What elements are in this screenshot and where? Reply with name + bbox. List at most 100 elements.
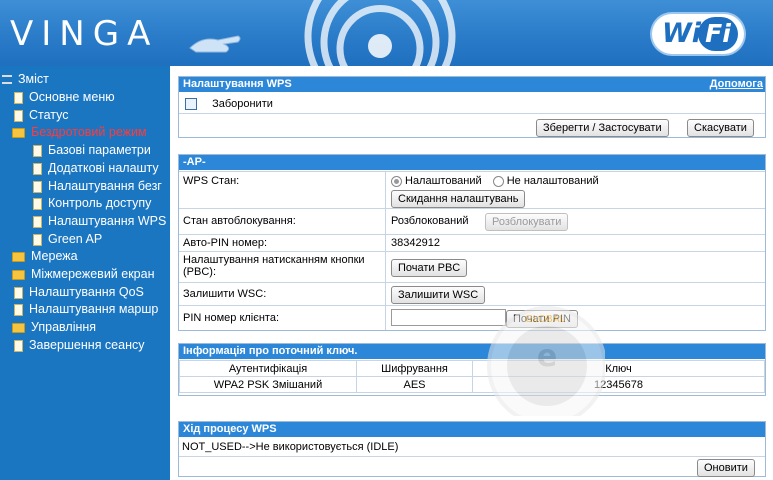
autopin-row: Авто-PIN номер: 38342912 <box>179 234 765 251</box>
ap-panel: -AP- WPS Стан: Налаштований Не налаштова… <box>178 154 766 331</box>
sidebar-item-label: Налаштування маршр <box>29 302 159 316</box>
page-icon <box>33 144 42 157</box>
page-icon <box>14 339 23 352</box>
page-icon <box>14 286 23 299</box>
wifi-logo-fi: Fi <box>698 17 738 51</box>
column-divider <box>385 235 386 251</box>
header-banner: VINGA Wi Fi <box>0 0 773 66</box>
sidebar-item-management[interactable]: Управління <box>12 319 96 336</box>
folder-icon <box>12 322 25 333</box>
pbc-row: Налаштування натисканням кнопки (PBC): П… <box>179 251 765 282</box>
sidebar-item-routing[interactable]: Налаштування маршр <box>14 301 158 318</box>
watermark-text: GLOBAL <box>525 314 566 325</box>
autolock-value: Розблокований <box>391 215 469 227</box>
not-configured-radio[interactable] <box>492 175 504 187</box>
wps-state-row: WPS Стан: Налаштований Не налаштований С… <box>179 171 765 208</box>
cancel-button[interactable]: Скасувати <box>687 119 754 137</box>
client-pin-row: PIN номер клієнта: Почати PIN <box>179 305 765 330</box>
sidebar-item-label: Бездротовий режим <box>31 125 147 139</box>
reset-settings-button[interactable]: Скидання налаштувань <box>391 190 526 208</box>
wifi-logo-wi: Wi <box>662 18 702 49</box>
unlock-button[interactable]: Розблокувати <box>485 213 569 231</box>
sidebar-item-wps[interactable]: Налаштування WPS <box>33 213 166 230</box>
column-header: Аутентифікація <box>179 360 357 377</box>
sidebar-item-label: Налаштування безг <box>48 179 162 193</box>
column-divider <box>385 306 386 330</box>
sidebar-item-label: Завершення сеансу <box>29 338 145 352</box>
page-icon <box>14 109 23 122</box>
key-info-title: Інформація про поточний ключ. <box>179 344 765 359</box>
sidebar-item-label: Налаштування WPS <box>48 214 167 228</box>
column-divider <box>385 283 386 305</box>
column-divider <box>385 252 386 282</box>
auth-cell: WPA2 PSK Змішаний <box>179 376 357 393</box>
help-link[interactable]: Допомога <box>710 77 763 92</box>
wps-state-label: WPS Стан: <box>183 175 240 187</box>
sidebar-item-qos[interactable]: Налаштування QoS <box>14 284 144 301</box>
page-icon <box>33 162 42 175</box>
wps-progress-panel: Хід процесу WPS NOT_USED-->Не використов… <box>178 421 766 477</box>
wifi-waves-decoration <box>304 0 456 66</box>
autolock-row: Стан автоблокування: Розблокований Розбл… <box>179 208 765 234</box>
sidebar-item-advanced[interactable]: Додаткові налашту <box>33 160 159 177</box>
column-header: Шифрування <box>356 360 473 377</box>
column-divider <box>385 209 386 234</box>
disable-wps-row: Заборонити <box>185 98 273 111</box>
sidebar-item-label: Мережа <box>31 249 78 263</box>
encryption-cell: AES <box>356 376 473 393</box>
sidebar-item-label: Управління <box>31 320 97 334</box>
brand-logo: VINGA <box>10 14 159 54</box>
sidebar-item-main-menu[interactable]: Основне меню <box>14 89 115 106</box>
sidebar-item-label: Базові параметри <box>48 143 151 157</box>
wps-progress-status: NOT_USED-->Не використовується (IDLE) <box>182 441 399 453</box>
refresh-button[interactable]: Оновити <box>697 459 755 477</box>
save-apply-button[interactable]: Зберегти / Застосувати <box>536 119 669 137</box>
sidebar-item-label: Green AP <box>48 232 103 246</box>
table-row: WPA2 PSK Змішаний AES 12345678 <box>179 376 765 393</box>
column-divider <box>385 172 386 208</box>
divider <box>179 113 765 114</box>
page-icon <box>33 215 42 228</box>
watermark-logo: e GLOBAL <box>487 306 605 416</box>
wps-state-radios: Налаштований Не налаштований <box>391 175 599 187</box>
list-icon <box>2 75 12 85</box>
sidebar-item-basic[interactable]: Базові параметри <box>33 142 151 159</box>
page-icon <box>33 233 42 246</box>
page-icon <box>33 197 42 210</box>
folder-icon <box>12 269 25 280</box>
sidebar-item-security[interactable]: Налаштування безг <box>33 178 162 195</box>
sidebar-item-label: Основне меню <box>29 90 115 104</box>
leave-wsc-row: Залишити WSC: Залишити WSC <box>179 282 765 305</box>
client-pin-label: PIN номер клієнта: <box>183 312 280 324</box>
sidebar-item-wireless[interactable]: Бездротовий режим <box>12 124 147 141</box>
table-header-row: Аутентифікація Шифрування Ключ <box>179 360 765 377</box>
wps-panel-title: Налаштування WPS Допомога <box>179 77 765 92</box>
sidebar-item-contents[interactable]: Зміст <box>2 71 49 88</box>
page-icon <box>14 303 23 316</box>
leave-wsc-button[interactable]: Залишити WSC <box>391 286 486 304</box>
wifi-logo: Wi Fi <box>652 14 744 54</box>
sidebar-item-network[interactable]: Мережа <box>12 248 78 265</box>
sidebar-item-label: Налаштування QoS <box>29 285 144 299</box>
sidebar-item-logout[interactable]: Завершення сеансу <box>14 337 145 354</box>
sidebar-item-status[interactable]: Статус <box>14 107 69 124</box>
divider <box>179 456 765 457</box>
folder-open-icon <box>12 127 25 138</box>
folder-icon <box>12 251 25 262</box>
autopin-value: 38342912 <box>391 237 440 249</box>
configured-label: Налаштований <box>405 175 482 187</box>
sidebar-item-green-ap[interactable]: Green AP <box>33 231 102 248</box>
configured-radio[interactable] <box>391 175 402 187</box>
sidebar-item-access-control[interactable]: Контроль доступу <box>33 195 151 212</box>
hand-decoration <box>189 35 241 53</box>
sidebar: Зміст Основне меню Статус Бездротовий ре… <box>0 66 170 480</box>
wps-settings-panel: Налаштування WPS Допомога Заборонити Збе… <box>178 76 766 138</box>
wps-title-text: Налаштування WPS <box>183 78 292 90</box>
key-info-panel: Інформація про поточний ключ. Аутентифік… <box>178 343 766 396</box>
disable-wps-checkbox[interactable] <box>185 98 197 111</box>
not-configured-label: Не налаштований <box>506 175 599 187</box>
start-pbc-button[interactable]: Почати PBC <box>391 259 468 277</box>
svg-text:e: e <box>537 339 557 374</box>
autopin-label: Авто-PIN номер: <box>183 237 268 249</box>
sidebar-item-firewall[interactable]: Міжмережевий екран <box>12 266 154 283</box>
